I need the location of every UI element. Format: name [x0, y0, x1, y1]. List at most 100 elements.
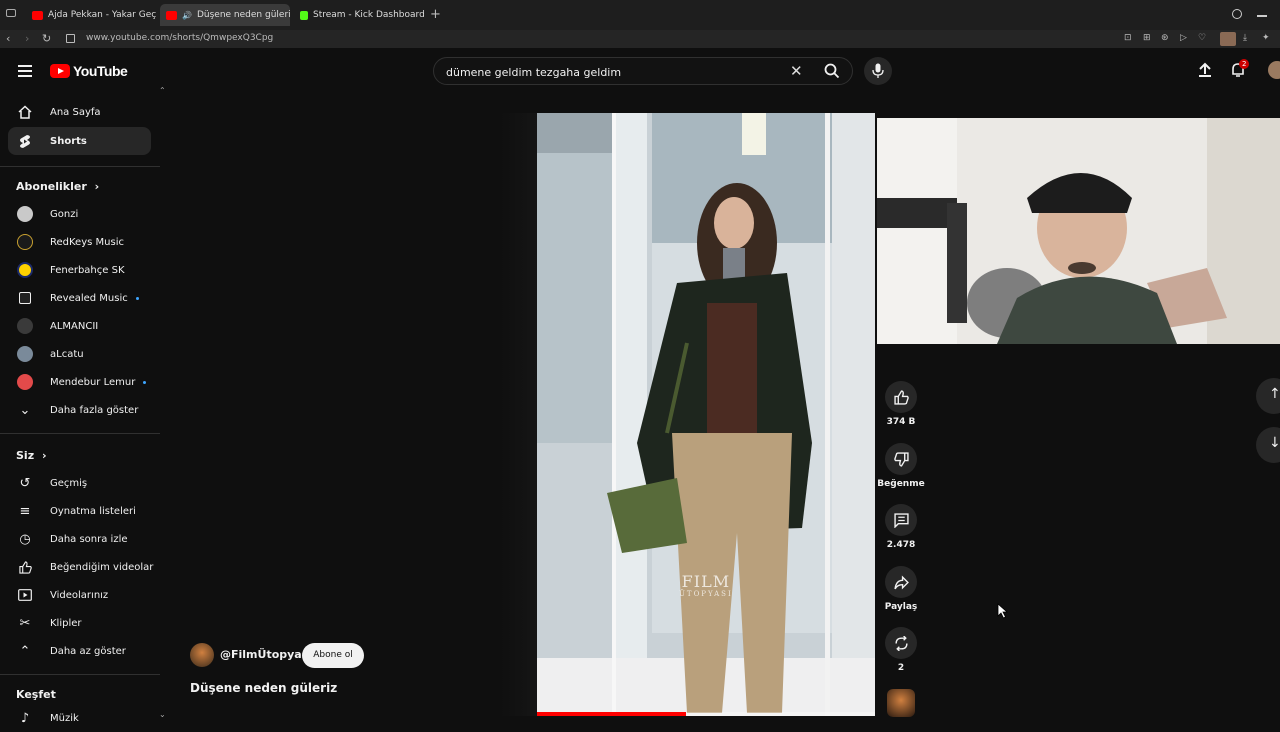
youtube-logo[interactable]: YouTube [50, 63, 128, 79]
browser-tab-2[interactable]: 🔊 Düşene neden güleriz [160, 4, 290, 26]
heart-icon[interactable]: ♡ [1198, 33, 1206, 43]
previous-short-button[interactable]: ↑ [1256, 378, 1280, 414]
back-icon[interactable]: ‹ [6, 32, 10, 45]
account-avatar[interactable] [1268, 61, 1280, 79]
sidebar-subscription-revealed[interactable]: Revealed Music [8, 284, 151, 312]
url-text[interactable]: www.youtube.com/shorts/QmwpexQ3Cpg [86, 33, 273, 43]
sidebar-item-watch-later[interactable]: ◷ Daha sonra izle [8, 525, 151, 553]
sidebar-subscription-fenerbahce[interactable]: Fenerbahçe SK [8, 256, 151, 284]
forward-icon[interactable]: › [25, 32, 29, 45]
address-bar: ‹ › ↻ www.youtube.com/shorts/QmwpexQ3Cpg… [0, 30, 1280, 48]
you-title: Siz [16, 449, 35, 462]
chevron-right-icon: › [41, 449, 47, 462]
subscriptions-heading[interactable]: Abonelikler › [16, 180, 99, 193]
browser-tab-3-title: Stream - Kick Dashboard [313, 10, 424, 20]
share-icon [893, 574, 909, 590]
tab-actions-icon[interactable] [6, 9, 16, 17]
sidebar-show-more[interactable]: ⌄ Daha fazla göster [8, 396, 151, 424]
sidebar-item-history[interactable]: ↺ Geçmiş [8, 469, 151, 497]
sidebar-subscription-gonzi[interactable]: Gonzi [8, 200, 151, 228]
sidebar-show-less[interactable]: ⌃ Daha az göster [8, 637, 151, 665]
upload-icon[interactable] [1197, 62, 1213, 82]
like-button[interactable] [885, 381, 917, 413]
extension-icon[interactable]: ⊞ [1143, 33, 1151, 43]
channel-avatar-short[interactable] [190, 643, 214, 667]
channel-avatar [17, 346, 33, 362]
browser-tab-1[interactable]: Ajda Pekkan - Yakar Geçe [26, 4, 156, 26]
minimize-icon[interactable] [1257, 15, 1267, 17]
sidebar-item-label: Ana Sayfa [50, 106, 101, 118]
channel-avatar [17, 262, 33, 278]
sidebar-item-label: aLcatu [50, 348, 84, 360]
short-video-player[interactable]: FILM ÜTOPYASI [537, 113, 875, 716]
comments-action: 2.478 [871, 504, 931, 550]
search-button[interactable] [812, 58, 852, 84]
channel-avatar [17, 234, 33, 250]
remix-button[interactable] [885, 627, 917, 659]
microphone-icon [872, 63, 884, 78]
sidebar-subscription-alcatu[interactable]: aLcatu [8, 340, 151, 368]
kick-favicon-icon [300, 10, 308, 20]
sidebar: Ana Sayfa Shorts ⌃ Abonelikler › Gonzi R… [0, 86, 170, 726]
remix-action: 2 [871, 627, 931, 673]
menu-icon[interactable] [18, 65, 32, 80]
sound-avatar[interactable] [887, 689, 915, 717]
thumbs-up-icon [10, 560, 40, 574]
lock-icon [66, 34, 75, 43]
channel-avatar [17, 318, 33, 334]
dislike-button[interactable] [885, 443, 917, 475]
bookmark-icon[interactable]: ⊡ [1124, 33, 1132, 43]
browser-tab-3[interactable]: Stream - Kick Dashboard [294, 4, 424, 26]
sidebar-subscription-redkeys[interactable]: RedKeys Music [8, 228, 151, 256]
sidebar-item-label: Gonzi [50, 208, 79, 220]
sidebar-item-music[interactable]: ♪ Müzik [8, 704, 151, 732]
profile-avatar[interactable] [1220, 32, 1236, 46]
channel-avatar [17, 374, 33, 390]
clear-search-icon[interactable]: ✕ [790, 62, 803, 80]
channel-avatar [17, 206, 33, 222]
video-frame [537, 113, 875, 716]
new-tab-button[interactable]: + [430, 7, 441, 22]
sidebar-item-label: Shorts [50, 135, 87, 147]
speaker-icon: 🔊 [182, 10, 192, 20]
sidebar-item-playlists[interactable]: ≡ Oynatma listeleri [8, 497, 151, 525]
search-input[interactable] [444, 63, 778, 81]
comments-button[interactable] [885, 504, 917, 536]
channel-name[interactable]: @FilmÜtopyası [220, 648, 312, 661]
sidebar-scroll-down-icon[interactable]: ⌄ [159, 710, 166, 719]
download-icon[interactable]: ⤓ [1243, 33, 1247, 43]
play-icon[interactable]: ▷ [1180, 33, 1187, 43]
share-button[interactable] [885, 566, 917, 598]
music-icon: ♪ [20, 710, 30, 726]
subscribe-button[interactable]: Abone ol [302, 643, 364, 668]
youtube-logo-text: YouTube [73, 63, 128, 79]
webcam-image [877, 118, 1280, 344]
sidebar-subscription-mendebur[interactable]: Mendebur Lemur [8, 368, 151, 396]
divider [0, 166, 160, 167]
shield-icon[interactable]: ⊛ [1161, 33, 1169, 43]
shorts-icon [10, 134, 40, 149]
reload-icon[interactable]: ↻ [42, 32, 51, 45]
sidebar-item-clips[interactable]: ✂ Klipler [8, 609, 151, 637]
ai-icon[interactable]: ✦ [1262, 33, 1270, 43]
you-heading[interactable]: Siz › [16, 449, 47, 462]
sidebar-item-label: Mendebur Lemur [50, 376, 136, 388]
sidebar-item-label: Beğendiğim videolar [50, 561, 154, 573]
sidebar-item-liked[interactable]: Beğendiğim videolar [8, 553, 154, 581]
next-short-button[interactable]: ↓ [1256, 427, 1280, 463]
like-action: 374 B [871, 381, 931, 427]
share-action: Paylaş [871, 566, 931, 612]
sidebar-item-your-videos[interactable]: Videolarınız [8, 581, 151, 609]
voice-search-button[interactable] [864, 57, 892, 85]
sidebar-item-shorts[interactable]: Shorts [8, 127, 151, 155]
history-icon: ↺ [19, 475, 31, 491]
notifications-button[interactable]: 2 [1230, 59, 1250, 82]
sidebar-scroll-up-icon[interactable]: ⌃ [159, 86, 166, 95]
sidebar-item-label: Daha sonra izle [50, 533, 128, 545]
progress-bar-track[interactable] [537, 712, 875, 716]
browser-search-icon[interactable] [1232, 9, 1242, 19]
sidebar-item-label: Fenerbahçe SK [50, 264, 125, 276]
sidebar-item-label: RedKeys Music [50, 236, 124, 248]
sidebar-subscription-almancii[interactable]: ALMANCII [8, 312, 151, 340]
sidebar-item-home[interactable]: Ana Sayfa [8, 98, 151, 126]
